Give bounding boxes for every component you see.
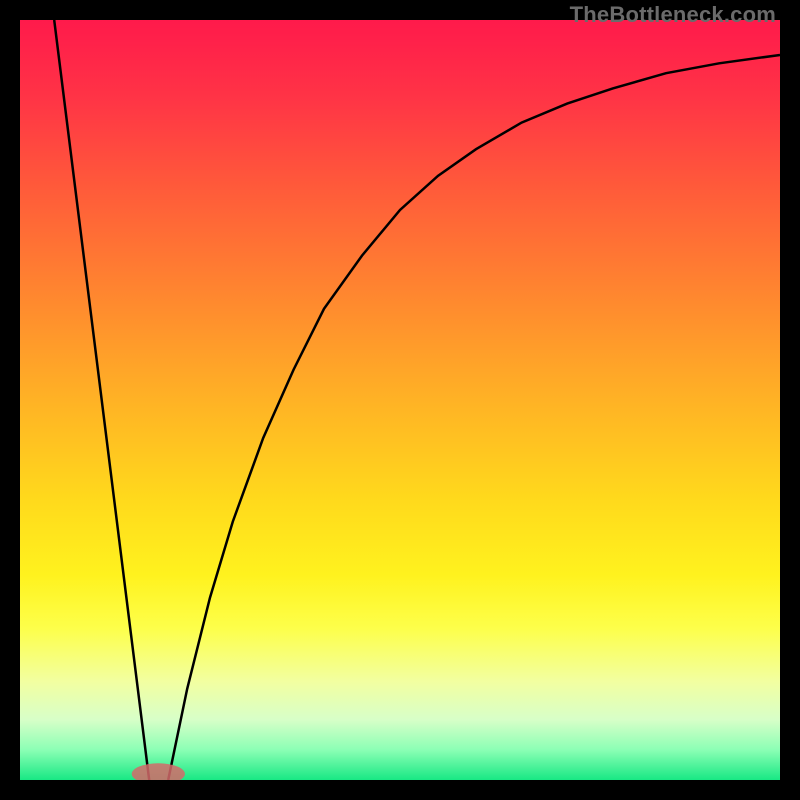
plot-area [20,20,780,780]
chart-frame: TheBottleneck.com [0,0,800,800]
chart-svg [20,20,780,780]
watermark-text: TheBottleneck.com [570,2,776,28]
